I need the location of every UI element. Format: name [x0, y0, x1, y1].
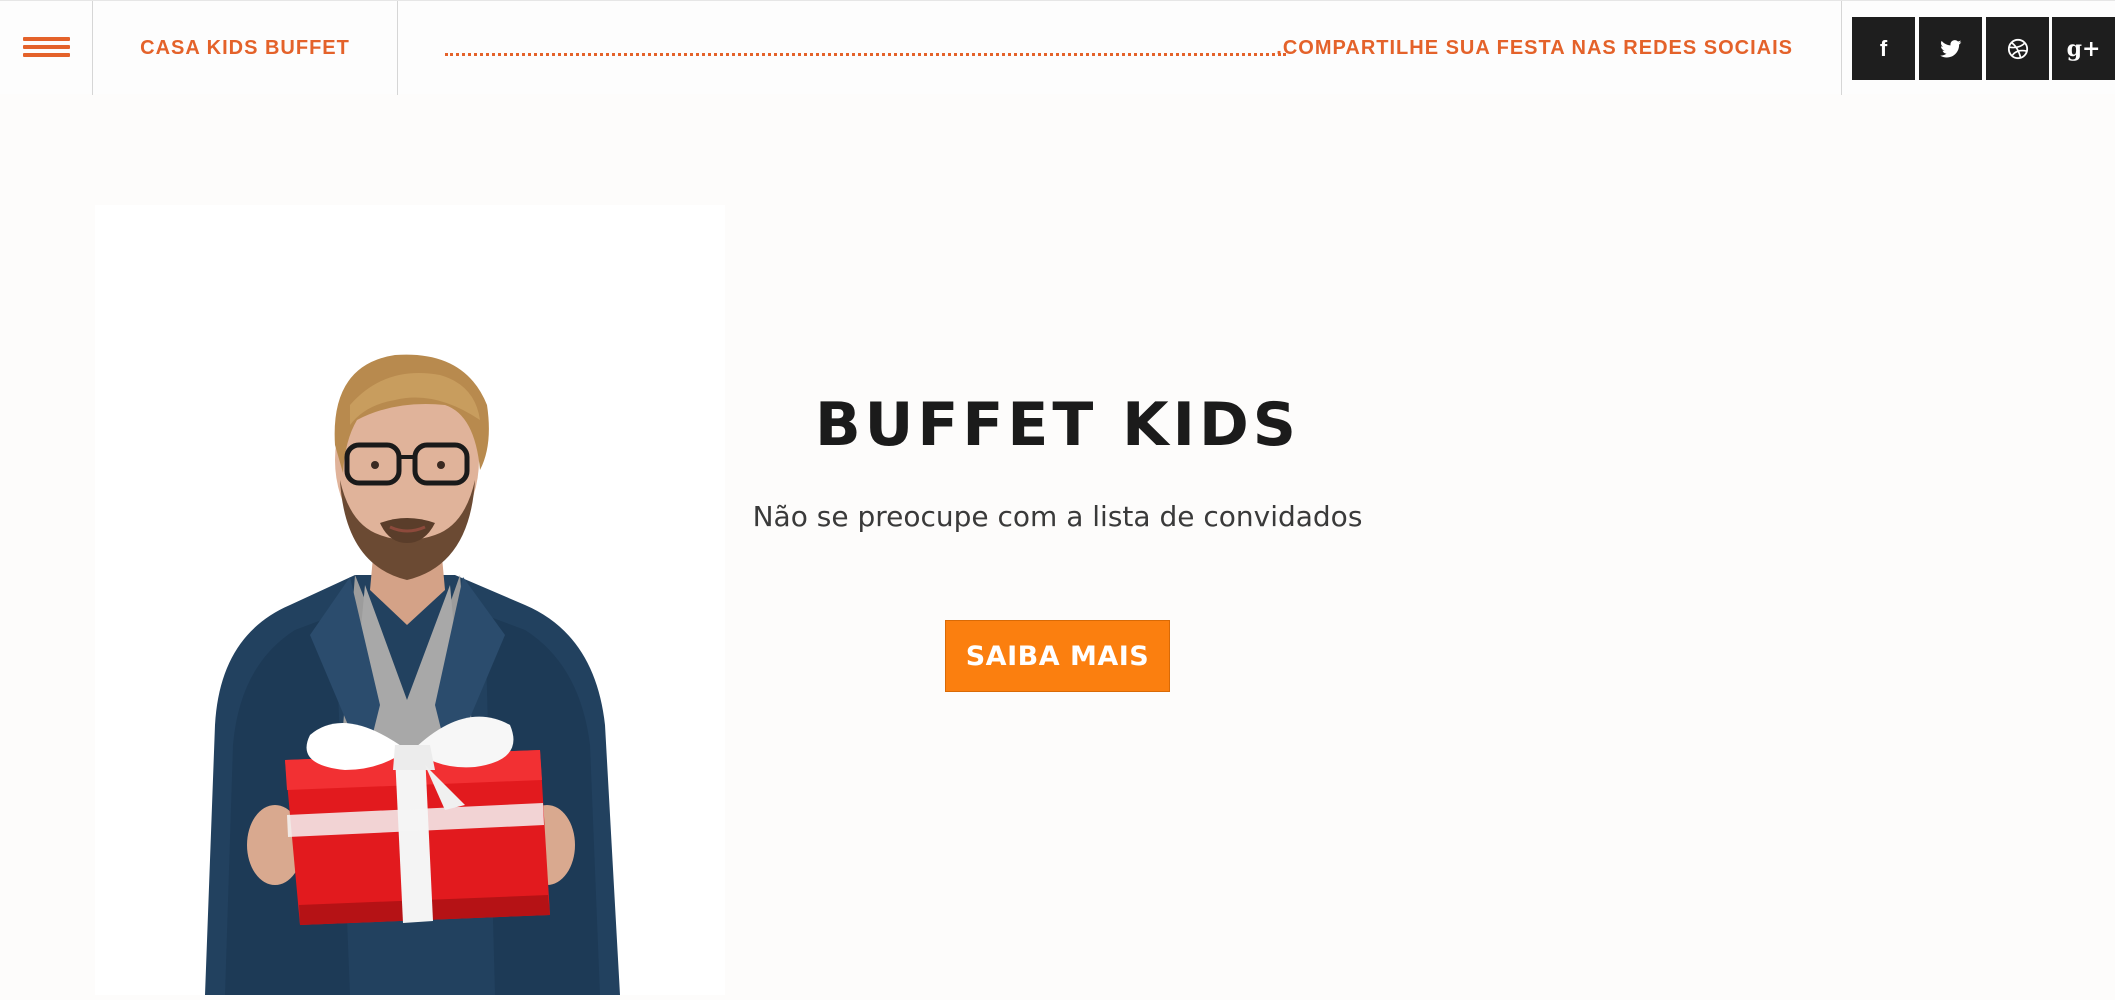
twitter-button[interactable]	[1919, 17, 1982, 80]
dribbble-icon	[2007, 38, 2028, 59]
header-divider	[1841, 1, 1842, 95]
twitter-icon	[1939, 39, 1961, 57]
hero-title: BUFFET KIDS	[814, 390, 1301, 460]
hamburger-line	[23, 45, 70, 49]
facebook-icon: f	[1879, 35, 1888, 61]
hero-photo-man-with-gift	[95, 205, 725, 995]
facebook-button[interactable]: f	[1852, 17, 1915, 80]
brand-link[interactable]: CASA KIDS BUFFET	[93, 1, 398, 95]
dribbble-button[interactable]	[1986, 17, 2049, 80]
google-plus-icon: g+	[2066, 35, 2101, 62]
site-header: CASA KIDS BUFFET .COMPARTILHE SUA FESTA …	[0, 0, 2115, 95]
dotted-divider	[445, 53, 1286, 56]
hamburger-menu-icon	[23, 37, 70, 41]
share-tagline: .COMPARTILHE SUA FESTA NAS REDES SOCIAIS	[1276, 36, 1793, 59]
hamburger-line	[23, 53, 70, 57]
hero-subtitle: Não se preocupe com a lista de convidado…	[752, 500, 1363, 533]
man-holding-gift-illustration	[205, 354, 620, 995]
google-plus-button[interactable]: g+	[2052, 17, 2115, 80]
hamburger-menu-button[interactable]	[0, 1, 93, 95]
saiba-mais-button[interactable]: SAIBA MAIS	[945, 620, 1170, 692]
